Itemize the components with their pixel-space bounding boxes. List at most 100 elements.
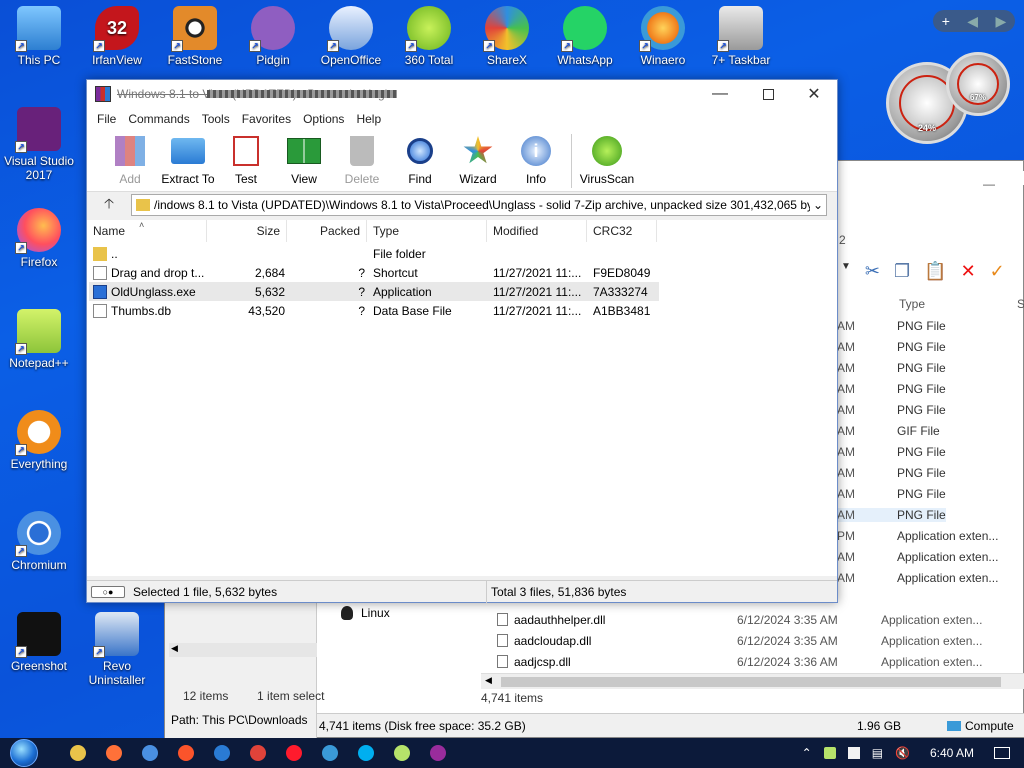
desktop-icon-7-taskbar[interactable]: ↗ 7+ Taskbar: [702, 6, 780, 67]
file-row[interactable]: Thumbs.db 43,520? Data Base File 11/27/2021…: [89, 301, 659, 320]
gadget-quickbar[interactable]: + ◀ ▶: [933, 10, 1015, 32]
toolbar-find-button[interactable]: Find: [391, 134, 449, 186]
column-header-crc32[interactable]: CRC32: [587, 220, 657, 242]
toolbar-view-button[interactable]: View: [275, 134, 333, 186]
drive-key-icon[interactable]: ○●: [91, 585, 125, 598]
file-row[interactable]: .. File folder: [89, 244, 659, 263]
scroll-left-icon[interactable]: ◀: [485, 675, 492, 686]
dll-row[interactable]: aadjcsp.dll 6/12/2024 3:36 AM Application …: [497, 655, 982, 669]
desktop-icon-firefox[interactable]: ↗ Firefox: [0, 208, 78, 269]
taskbar-firefox-icon[interactable]: [99, 741, 129, 765]
column-header-packed[interactable]: Packed: [287, 220, 367, 242]
dll-row[interactable]: aadauthhelper.dll 6/12/2024 3:35 AM Applic…: [497, 613, 982, 627]
desktop-icon-winaero[interactable]: ↗ Winaero: [624, 6, 702, 67]
toolbar-virusscan-button[interactable]: VirusScan: [578, 134, 636, 186]
taskbar-brave-icon[interactable]: [171, 741, 201, 765]
archive-file-list[interactable]: Name Size Packed Type Modified CRC32 ˄ .. File…: [87, 220, 837, 576]
explorer-row[interactable]: AM PNG File: [837, 445, 946, 459]
clock[interactable]: 6:40 AM: [922, 746, 982, 760]
cut-icon[interactable]: ✂: [865, 261, 880, 282]
chevron-up-icon[interactable]: ⌃: [802, 746, 812, 760]
paste-icon[interactable]: 📋: [924, 261, 946, 282]
column-header-size[interactable]: Size: [207, 220, 287, 242]
minimize-button[interactable]: —: [697, 80, 743, 108]
tray-notes-icon[interactable]: [847, 747, 860, 759]
desktop-icon-visual-studio[interactable]: ↗ Visual Studio 2017: [0, 107, 78, 182]
column-header-name[interactable]: Name: [87, 220, 207, 242]
toolbar-wizard-button[interactable]: Wizard: [449, 134, 507, 186]
taskbar-wps-icon[interactable]: [243, 741, 273, 765]
desktop-icon-whatsapp[interactable]: ↗ WhatsApp: [546, 6, 624, 67]
menu-help[interactable]: Help: [350, 112, 387, 126]
column-header-type[interactable]: Type: [367, 220, 487, 242]
menu-favorites[interactable]: Favorites: [236, 112, 297, 126]
desktop-icon-this-pc[interactable]: ↗ This PC: [0, 6, 78, 67]
toolbar-test-button[interactable]: Test: [217, 134, 275, 186]
explorer-row[interactable]: AM Application exten...: [837, 550, 998, 564]
desktop-icon-sharex[interactable]: ↗ ShareX: [468, 6, 546, 67]
menu-options[interactable]: Options: [297, 112, 350, 126]
explorer-row[interactable]: AM PNG File: [837, 466, 946, 480]
toolbar-extract-to-button[interactable]: Extract To: [159, 134, 217, 186]
taskbar-chromium-icon[interactable]: [135, 741, 165, 765]
taskbar-vivaldi-icon[interactable]: [207, 741, 237, 765]
taskbar-winrar-icon[interactable]: [423, 741, 453, 765]
network-icon[interactable]: ▤: [872, 746, 883, 760]
explorer-row[interactable]: AM PNG File: [837, 319, 946, 333]
dll-row[interactable]: aadcloudap.dll 6/12/2024 3:35 AM Applicati…: [497, 634, 982, 648]
desktop-icon-notepadpp[interactable]: ↗ Notepad++: [0, 309, 78, 370]
up-arrow-button[interactable]: 🡡: [87, 193, 131, 217]
explorer-row[interactable]: AM Application exten...: [837, 571, 998, 585]
chevron-left-icon[interactable]: ◀: [967, 13, 978, 30]
taskbar-opera-icon[interactable]: [279, 741, 309, 765]
menu-tools[interactable]: Tools: [196, 112, 236, 126]
desktop-icon-faststone[interactable]: ↗ FastStone: [156, 6, 234, 67]
minimize-icon[interactable]: —: [983, 177, 995, 191]
desktop-icon-pidgin[interactable]: ↗ Pidgin: [234, 6, 312, 67]
taskbar-explorer-icon[interactable]: [63, 741, 93, 765]
chevron-right-icon[interactable]: ▶: [995, 13, 1006, 30]
explorer-row[interactable]: PM Application exten...: [837, 529, 998, 543]
close-button[interactable]: ✕: [791, 80, 837, 108]
memory-meter-gadget[interactable]: 67%: [946, 52, 1010, 116]
menu-file[interactable]: File: [91, 112, 122, 126]
desktop-icon-greenshot[interactable]: ↗ Greenshot: [0, 612, 78, 673]
start-button[interactable]: [0, 738, 48, 768]
notification-icon[interactable]: [994, 747, 1010, 759]
file-row[interactable]: OldUnglass.exe 5,632? Application 11/27/202…: [89, 282, 659, 301]
explorer-row[interactable]: AM PNG File: [837, 340, 946, 354]
scroll-left-icon[interactable]: ◀: [171, 643, 178, 654]
volume-muted-icon[interactable]: 🔇: [895, 746, 910, 760]
plus-icon[interactable]: +: [942, 13, 950, 29]
copy-icon[interactable]: ❐: [894, 261, 910, 282]
toolbar-info-button[interactable]: i Info: [507, 134, 565, 186]
explorer-row[interactable]: AM PNG File: [837, 403, 946, 417]
explorer-row[interactable]: AM PNG File: [837, 361, 946, 375]
toolbar-add-button[interactable]: Add: [101, 134, 159, 186]
explorer-row[interactable]: AM GIF File: [837, 424, 940, 438]
winrar-titlebar[interactable]: Windows 8.1 to Vista (UPDATED) - Proceed…: [87, 80, 837, 108]
taskbar-notepad-icon[interactable]: [387, 741, 417, 765]
desktop-icon-revo-uninstaller[interactable]: ↗ Revo Uninstaller: [78, 612, 156, 687]
archive-path-field[interactable]: /indows 8.1 to Vista (UPDATED)\Windows 8…: [131, 194, 827, 216]
desktop-icon-openoffice[interactable]: ↗ OpenOffice: [312, 6, 390, 67]
delete-x-icon[interactable]: ✕: [961, 261, 976, 282]
dropdown-arrow-icon[interactable]: ▼: [841, 261, 851, 282]
winrar-window[interactable]: Windows 8.1 to Vista (UPDATED) - Proceed…: [86, 79, 838, 603]
column-header-type[interactable]: Type: [899, 297, 925, 311]
desktop-icon-360-total[interactable]: ↗ 360 Total: [390, 6, 468, 67]
horizontal-scrollbar[interactable]: ◀: [481, 673, 1024, 689]
check-icon[interactable]: ✓: [990, 261, 1005, 282]
desktop-icon-irfanview[interactable]: 32 ↗ IrfanView: [78, 6, 156, 67]
left-horizontal-scrollbar[interactable]: ◀: [169, 643, 317, 657]
taskbar-skype-icon[interactable]: [351, 741, 381, 765]
menu-commands[interactable]: Commands: [122, 112, 195, 126]
file-row[interactable]: Drag and drop t... 2,684? Shortcut 11/27/20…: [89, 263, 659, 282]
explorer-row[interactable]: AM PNG File: [837, 508, 946, 522]
column-header-modified[interactable]: Modified: [487, 220, 587, 242]
explorer-row[interactable]: AM PNG File: [837, 382, 946, 396]
maximize-button[interactable]: [745, 80, 791, 108]
explorer-row[interactable]: AM PNG File: [837, 487, 946, 501]
desktop-icon-chromium[interactable]: ↗ Chromium: [0, 511, 78, 572]
tree-item-linux[interactable]: Linux: [341, 606, 390, 620]
